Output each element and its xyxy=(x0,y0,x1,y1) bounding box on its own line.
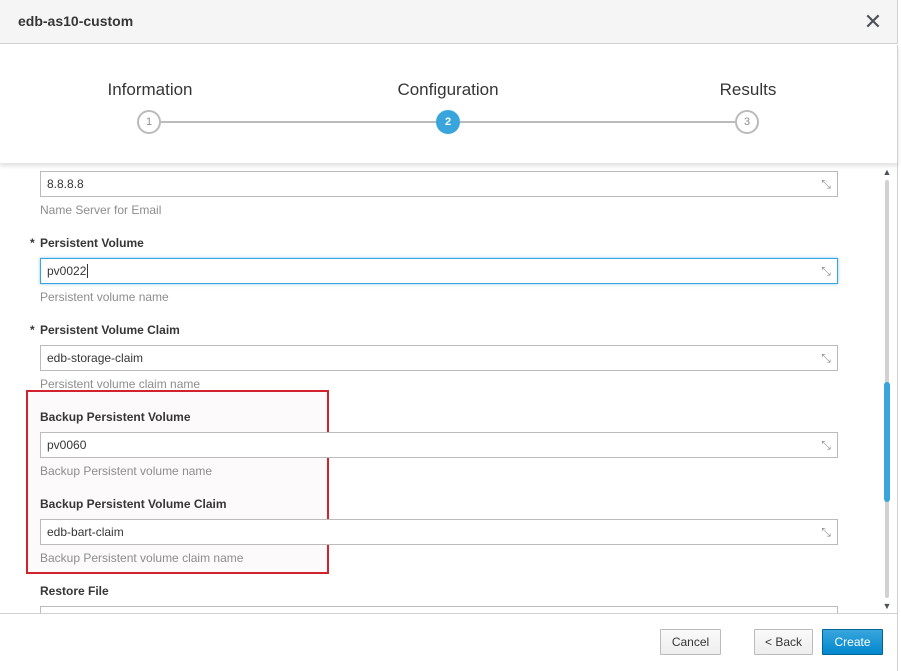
step-connector xyxy=(460,121,735,123)
step-label-information[interactable]: Information xyxy=(70,80,230,100)
persistent-volume-claim-label-text: Persistent Volume Claim xyxy=(40,323,180,337)
backup-persistent-volume-value: pv0060 xyxy=(47,438,87,452)
backup-persistent-volume-label: Backup Persistent Volume xyxy=(40,410,191,424)
scroll-down-icon[interactable]: ▼ xyxy=(880,600,894,612)
resize-handle-icon[interactable]: ⤡ xyxy=(819,525,833,539)
resize-handle-icon[interactable]: ⤡ xyxy=(819,264,833,278)
persistent-volume-value: pv0022 xyxy=(47,264,87,278)
scroll-thumb[interactable] xyxy=(884,382,890,502)
required-mark: * xyxy=(30,323,35,337)
persistent-volume-claim-help: Persistent volume claim name xyxy=(40,377,201,391)
backup-persistent-volume-claim-label: Backup Persistent Volume Claim xyxy=(40,497,227,511)
required-mark: * xyxy=(30,236,35,250)
resize-handle-icon[interactable]: ⤡ xyxy=(819,177,833,191)
backup-persistent-volume-claim-value: edb-bart-claim xyxy=(47,525,124,539)
persistent-volume-input[interactable]: pv0022 ⤡ xyxy=(40,258,838,284)
step-circle-3[interactable]: 3 xyxy=(735,110,759,134)
modal-header: edb-as10-custom ✕ xyxy=(0,0,898,44)
cancel-button[interactable]: Cancel xyxy=(660,629,721,655)
restore-file-input[interactable] xyxy=(40,606,838,613)
form-scrollbar[interactable]: ▲ ▼ xyxy=(880,166,894,612)
wizard-modal: edb-as10-custom ✕ Information 1 Configur… xyxy=(0,0,901,671)
restore-file-label: Restore File xyxy=(40,584,109,598)
wizard-steps: Information 1 Configuration 2 Results 3 xyxy=(0,45,898,163)
name-server-value: 8.8.8.8 xyxy=(47,177,84,191)
persistent-volume-claim-value: edb-storage-claim xyxy=(47,351,144,365)
step-circle-1[interactable]: 1 xyxy=(137,110,161,134)
resize-handle-icon[interactable]: ⤡ xyxy=(819,351,833,365)
name-server-help: Name Server for Email xyxy=(40,203,162,217)
backup-persistent-volume-claim-help: Backup Persistent volume claim name xyxy=(40,551,244,565)
persistent-volume-label: * Persistent Volume xyxy=(30,236,144,250)
persistent-volume-claim-input[interactable]: edb-storage-claim ⤡ xyxy=(40,345,838,371)
back-button[interactable]: < Back xyxy=(754,629,813,655)
form-body: 8.8.8.8 ⤡ Name Server for Email * Persis… xyxy=(0,163,898,613)
step-label-configuration[interactable]: Configuration xyxy=(368,80,528,100)
persistent-volume-claim-label: * Persistent Volume Claim xyxy=(30,323,180,337)
close-icon[interactable]: ✕ xyxy=(860,8,886,36)
backup-persistent-volume-claim-input[interactable]: edb-bart-claim ⤡ xyxy=(40,519,838,545)
modal-footer: Cancel < Back Create xyxy=(0,613,898,671)
persistent-volume-label-text: Persistent Volume xyxy=(40,236,144,250)
backup-persistent-volume-help: Backup Persistent volume name xyxy=(40,464,213,478)
step-label-results[interactable]: Results xyxy=(668,80,828,100)
scroll-up-icon[interactable]: ▲ xyxy=(880,166,894,178)
modal-title: edb-as10-custom xyxy=(18,13,134,29)
text-cursor xyxy=(87,264,92,278)
backup-persistent-volume-input[interactable]: pv0060 ⤡ xyxy=(40,432,838,458)
create-button[interactable]: Create xyxy=(822,629,883,655)
step-circle-2[interactable]: 2 xyxy=(436,110,460,134)
name-server-input[interactable]: 8.8.8.8 ⤡ xyxy=(40,171,838,197)
step-connector xyxy=(161,121,436,123)
persistent-volume-help: Persistent volume name xyxy=(40,290,169,304)
resize-handle-icon[interactable]: ⤡ xyxy=(819,438,833,452)
